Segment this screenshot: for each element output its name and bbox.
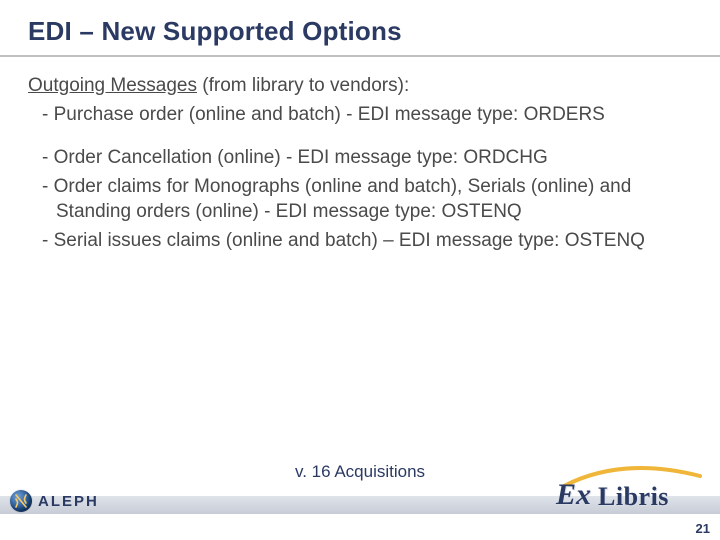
- slide: EDI – New Supported Options Outgoing Mes…: [0, 0, 720, 540]
- page-number: 21: [696, 521, 710, 536]
- slide-title: EDI – New Supported Options: [0, 0, 720, 55]
- bullet-item: - Order claims for Monographs (online an…: [28, 174, 672, 224]
- footer-strip: [0, 514, 720, 540]
- paragraph-gap: [28, 131, 672, 145]
- aleph-logo: ALEPH: [10, 490, 99, 512]
- bullet-item: - Order Cancellation (online) - EDI mess…: [28, 145, 672, 170]
- section-heading: Outgoing Messages (from library to vendo…: [28, 73, 672, 98]
- aleph-globe-icon: [10, 490, 32, 512]
- bullet-item: - Purchase order (online and batch) - ED…: [28, 102, 672, 127]
- exlibris-ex: Ex: [556, 478, 591, 512]
- aleph-glyph-icon: [13, 493, 29, 509]
- aleph-wordmark: ALEPH: [38, 493, 99, 510]
- exlibris-libris: Libris: [598, 482, 669, 512]
- section-heading-rest: (from library to vendors):: [197, 75, 409, 96]
- exlibris-logo: Ex Libris: [556, 474, 706, 514]
- slide-body: Outgoing Messages (from library to vendo…: [0, 57, 720, 253]
- bullet-item: - Serial issues claims (online and batch…: [28, 228, 672, 253]
- section-heading-underlined: Outgoing Messages: [28, 75, 197, 96]
